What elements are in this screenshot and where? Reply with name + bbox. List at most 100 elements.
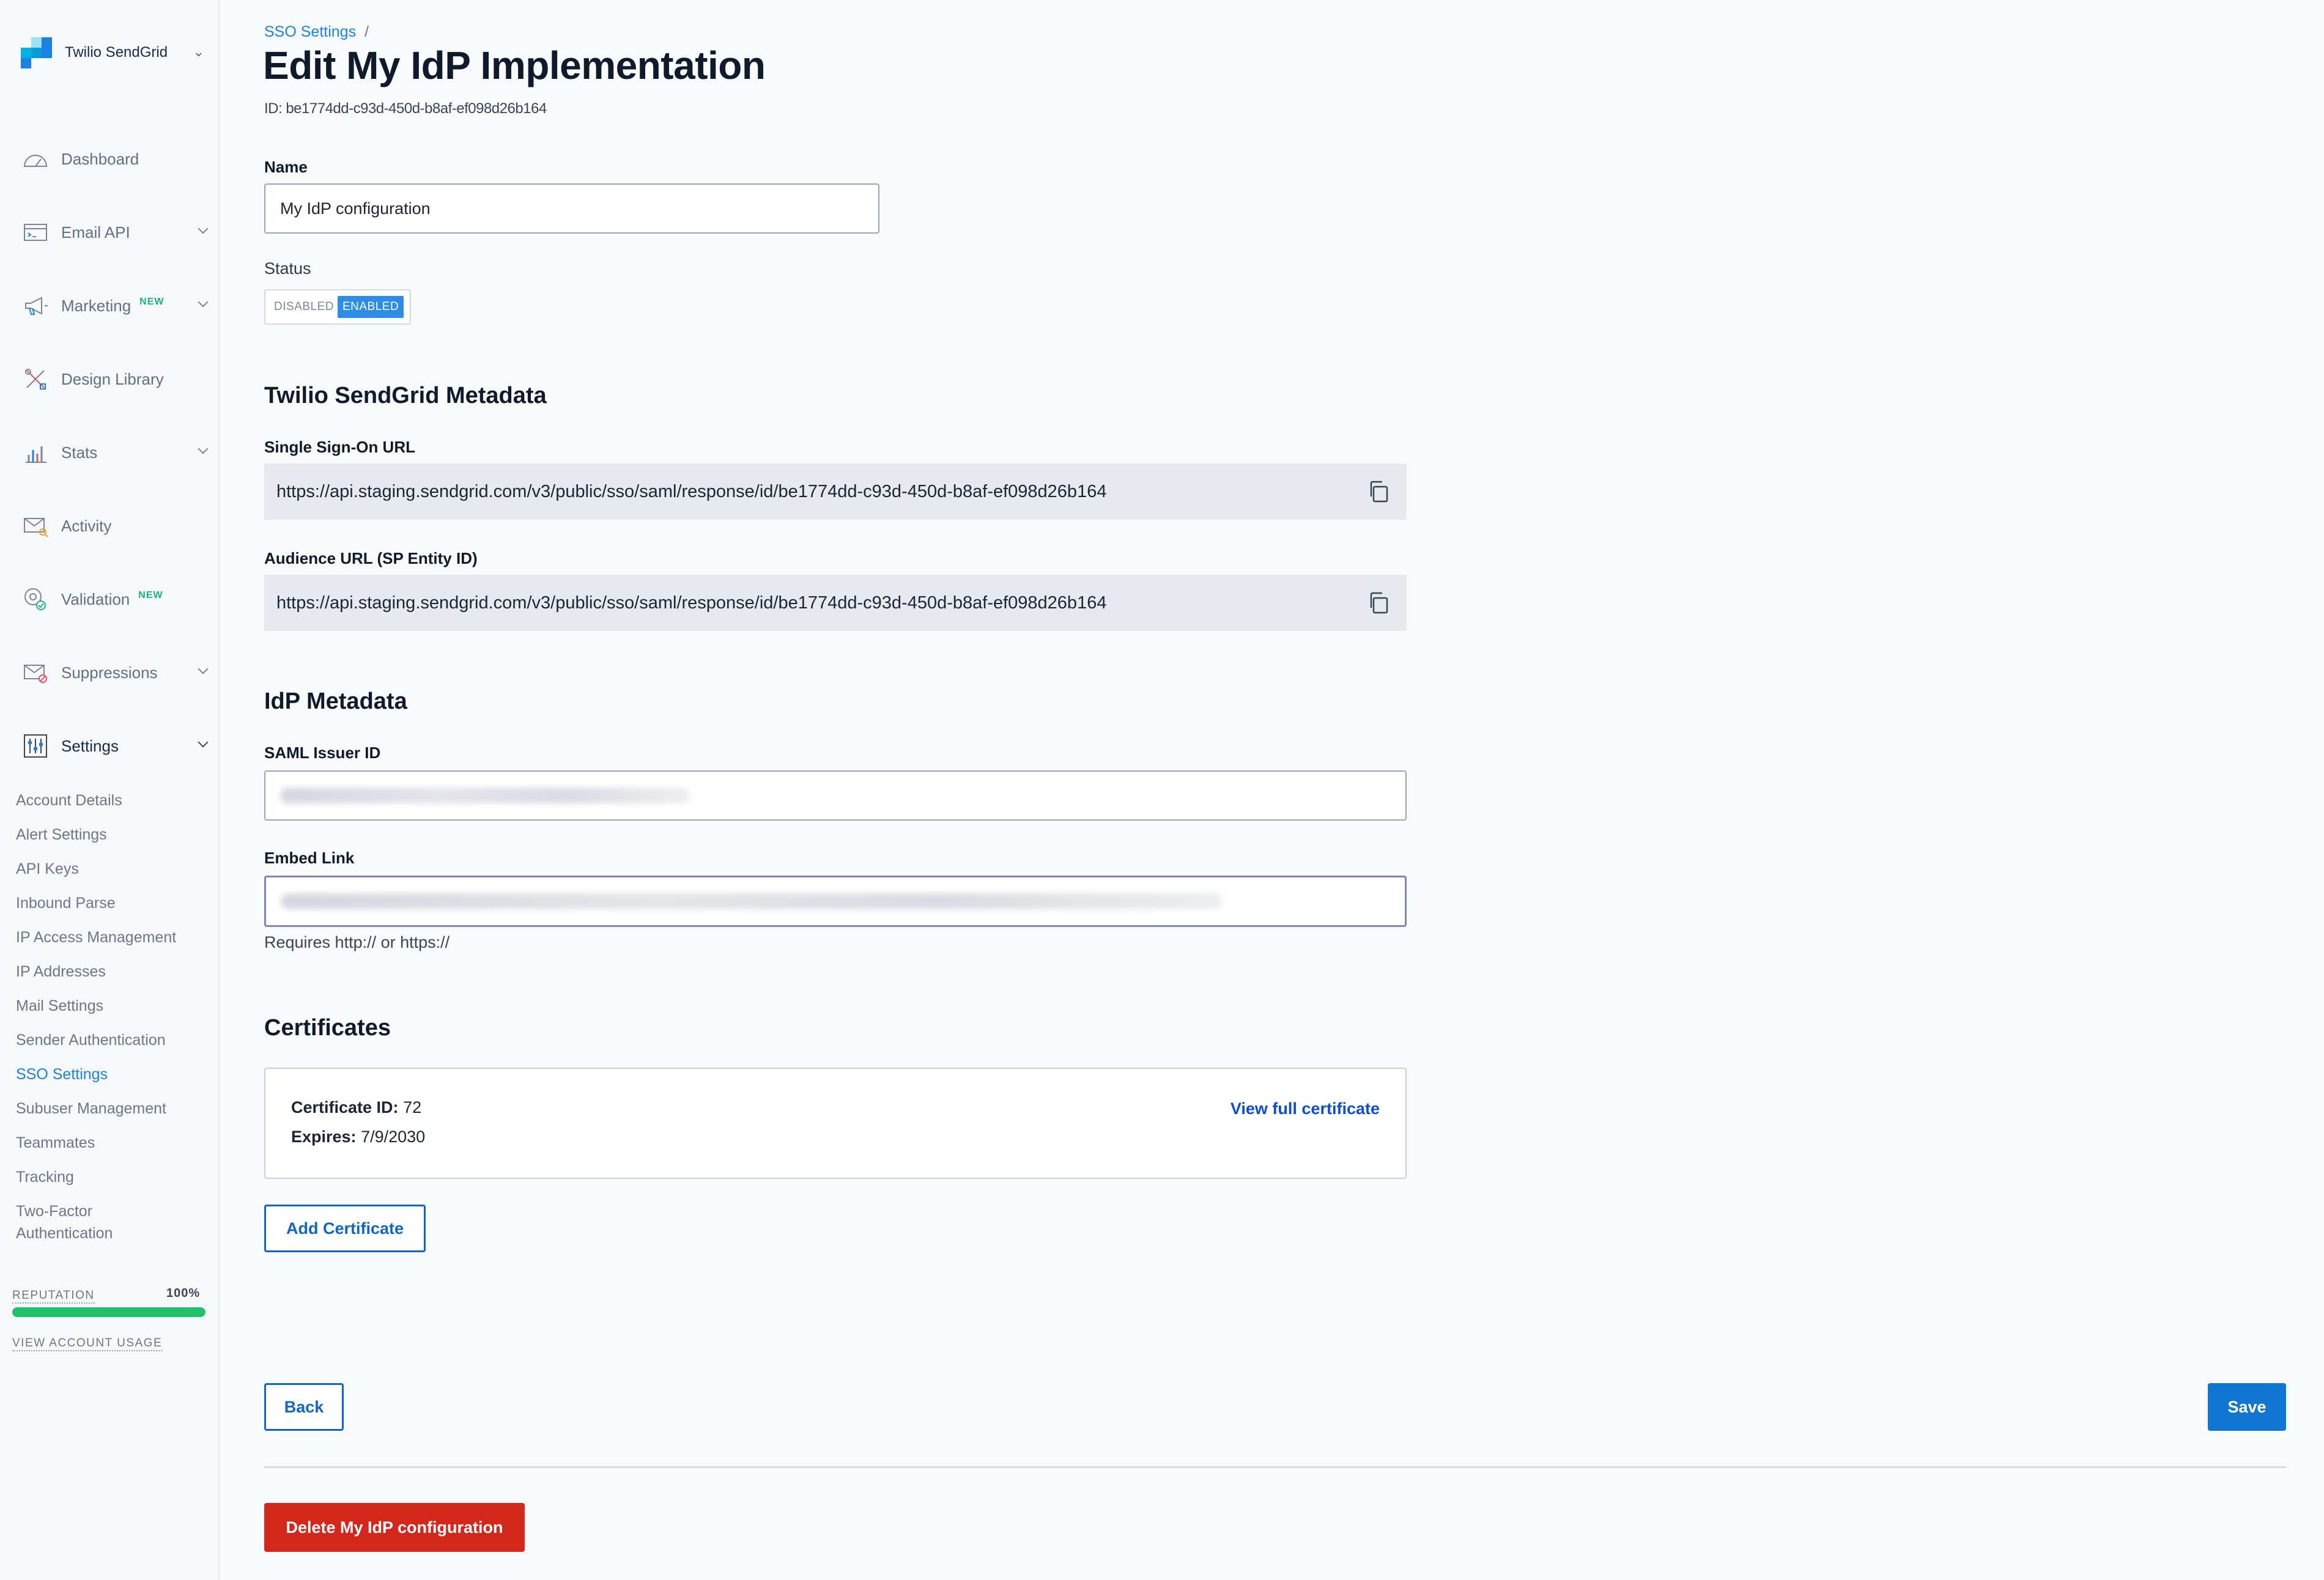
audience-url-value: https://api.staging.sendgrid.com/v3/publ… [276, 592, 1107, 613]
nav-item-design-library[interactable]: Design Library [21, 361, 210, 397]
settings-item-two-factor[interactable]: Two-Factor [16, 1200, 92, 1222]
certificates-heading: Certificates [264, 1015, 391, 1041]
certificate-id: Certificate ID: 72 [291, 1098, 421, 1117]
add-certificate-button[interactable]: Add Certificate [264, 1205, 426, 1252]
certificate-expires: Expires: 7/9/2030 [291, 1128, 425, 1146]
settings-item-subuser-management[interactable]: Subuser Management [16, 1098, 166, 1120]
settings-item-tracking[interactable]: Tracking [16, 1166, 74, 1188]
back-button[interactable]: Back [264, 1383, 344, 1431]
sso-url-label: Single Sign-On URL [264, 438, 415, 456]
breadcrumb-separator: / [365, 23, 369, 40]
nav-item-validation[interactable]: Validation NEW [21, 581, 210, 618]
certificate-id-label: Certificate ID: [291, 1098, 399, 1117]
chevron-down-icon [198, 737, 209, 748]
view-full-certificate-link[interactable]: View full certificate [1230, 1099, 1380, 1118]
twilio-sendgrid-logo [21, 37, 52, 68]
copy-icon[interactable] [1366, 479, 1391, 504]
redacted-value [280, 788, 690, 803]
nav-item-dashboard[interactable]: Dashboard [21, 141, 210, 177]
name-input[interactable] [264, 183, 879, 234]
design-tools-icon [21, 364, 50, 394]
reputation-bar-fill [12, 1307, 205, 1317]
bar-chart-icon [21, 438, 50, 467]
email-api-icon [21, 218, 50, 247]
reputation-label: REPUTATION [12, 1289, 95, 1304]
chevron-down-icon [198, 443, 209, 454]
new-badge: NEW [139, 297, 165, 307]
nav-item-stats[interactable]: Stats [21, 434, 210, 471]
chevron-down-icon: ⌄ [193, 44, 204, 59]
reputation-bar [12, 1307, 205, 1317]
nav-label: Suppressions [61, 663, 158, 682]
settings-item-sender-authentication[interactable]: Sender Authentication [16, 1029, 166, 1051]
nav-item-settings[interactable]: Settings [21, 728, 210, 764]
nav-label: Settings [61, 736, 119, 755]
certificate-id-value: 72 [403, 1098, 422, 1117]
settings-sliders-icon [21, 731, 50, 761]
nav-item-email-api[interactable]: Email API [21, 214, 210, 251]
nav-label: Stats [61, 443, 98, 462]
nav-item-activity[interactable]: Activity [21, 508, 210, 544]
nav-label: Email API [61, 223, 130, 242]
settings-item-two-factor-authentication[interactable]: Authentication [16, 1222, 113, 1244]
embed-link-label: Embed Link [264, 849, 355, 867]
save-button[interactable]: Save [2208, 1383, 2286, 1431]
settings-item-account-details[interactable]: Account Details [16, 789, 122, 811]
certificate-expires-value: 7/9/2030 [361, 1128, 426, 1146]
audience-url-field: https://api.staging.sendgrid.com/v3/publ… [264, 575, 1407, 631]
idp-metadata-heading: IdP Metadata [264, 688, 407, 714]
audience-url-label: Audience URL (SP Entity ID) [264, 549, 478, 567]
nav-item-marketing[interactable]: Marketing NEW [21, 287, 210, 324]
settings-item-ip-addresses[interactable]: IP Addresses [16, 961, 106, 983]
breadcrumb-sso-settings[interactable]: SSO Settings [264, 23, 356, 40]
page-title: Edit My IdP Implementation [263, 43, 766, 87]
nav-item-suppressions[interactable]: Suppressions [21, 654, 210, 691]
settings-item-api-keys[interactable]: API Keys [16, 858, 79, 880]
at-sign-check-icon [21, 585, 50, 614]
configuration-id: ID: be1774dd-c93d-450d-b8af-ef098d26b164 [264, 100, 547, 117]
sendgrid-metadata-heading: Twilio SendGrid Metadata [264, 383, 547, 408]
status-label: Status [264, 259, 311, 278]
chevron-down-icon [198, 223, 209, 234]
nav-label: Validation [61, 589, 130, 608]
brand-name: Twilio SendGrid [65, 44, 168, 61]
sso-url-value: https://api.staging.sendgrid.com/v3/publ… [276, 481, 1107, 501]
saml-issuer-input[interactable] [264, 770, 1407, 821]
divider [264, 1466, 2286, 1468]
settings-item-ip-access-management[interactable]: IP Access Management [16, 926, 176, 948]
status-toggle[interactable]: DISABLED ENABLED [264, 289, 411, 325]
breadcrumb: SSO Settings / [264, 23, 369, 41]
activity-envelope-icon [21, 511, 50, 541]
settings-item-sso-settings[interactable]: SSO Settings [16, 1063, 108, 1085]
settings-item-mail-settings[interactable]: Mail Settings [16, 995, 103, 1017]
certificate-card: Certificate ID: 72 Expires: 7/9/2030 Vie… [264, 1068, 1407, 1179]
name-label: Name [264, 158, 308, 176]
account-switcher[interactable]: Twilio SendGrid ⌄ [21, 34, 204, 71]
settings-item-teammates[interactable]: Teammates [16, 1132, 95, 1154]
copy-icon[interactable] [1366, 591, 1391, 615]
sidebar: Twilio SendGrid ⌄ Dashboard Email API Ma… [0, 0, 220, 1580]
sso-url-field: https://api.staging.sendgrid.com/v3/publ… [264, 463, 1407, 520]
settings-item-alert-settings[interactable]: Alert Settings [16, 824, 107, 846]
certificate-expires-label: Expires: [291, 1128, 357, 1146]
delete-configuration-button[interactable]: Delete My IdP configuration [264, 1503, 525, 1552]
new-badge: NEW [138, 590, 163, 600]
status-disabled-option[interactable]: DISABLED [274, 300, 334, 314]
embed-link-input[interactable] [264, 876, 1407, 927]
nav-label: Marketing [61, 296, 131, 315]
saml-issuer-label: SAML Issuer ID [264, 744, 381, 762]
nav-label: Design Library [61, 369, 164, 388]
embed-link-helper: Requires http:// or https:// [264, 933, 450, 951]
megaphone-icon [21, 291, 50, 320]
settings-item-inbound-parse[interactable]: Inbound Parse [16, 892, 116, 914]
reputation-value: 100% [166, 1287, 201, 1300]
nav-label: Dashboard [61, 149, 139, 168]
chevron-down-icon [198, 297, 209, 308]
status-enabled-option[interactable]: ENABLED [337, 296, 404, 318]
nav-label: Activity [61, 516, 112, 535]
redacted-value [281, 893, 1223, 909]
chevron-down-icon [198, 663, 209, 674]
dashboard-gauge-icon [21, 144, 50, 174]
suppressed-envelope-icon [21, 658, 50, 687]
view-account-usage-link[interactable]: VIEW ACCOUNT USAGE [12, 1337, 163, 1351]
